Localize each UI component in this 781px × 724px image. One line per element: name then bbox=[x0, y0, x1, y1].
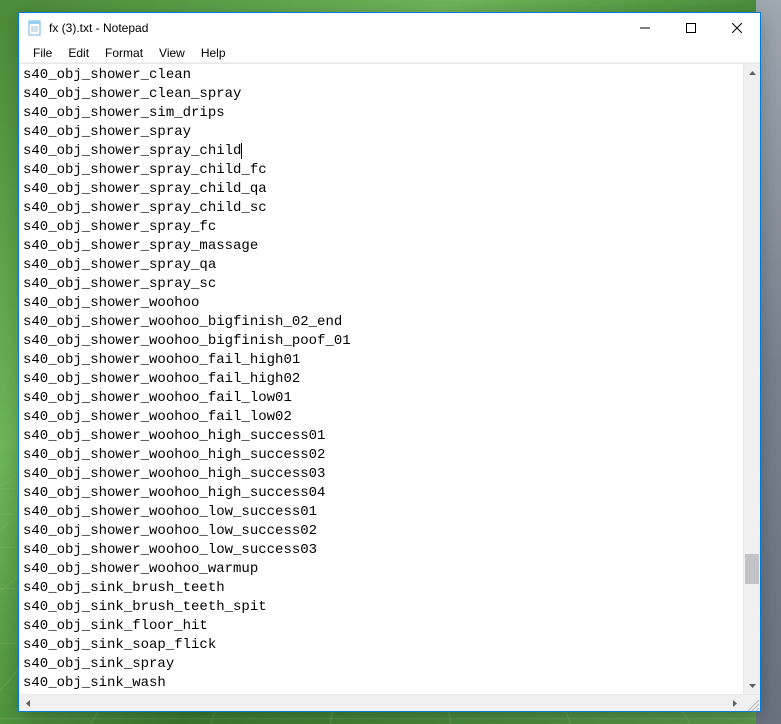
titlebar[interactable]: fx (3).txt - Notepad bbox=[19, 13, 760, 43]
text-line: s40_obj_shower_spray_child_sc bbox=[23, 199, 739, 218]
text-line: s40_obj_shower_woohoo_high_success03 bbox=[23, 465, 739, 484]
text-line: s40_obj_shower_clean bbox=[23, 66, 739, 85]
text-line: s40_obj_sink_wash bbox=[23, 674, 739, 693]
menu-view[interactable]: View bbox=[151, 44, 193, 62]
text-line: s40_obj_shower_woohoo_fail_high02 bbox=[23, 370, 739, 389]
resize-grip[interactable] bbox=[743, 695, 760, 711]
text-line: s40_obj_shower_sim_drips bbox=[23, 104, 739, 123]
menu-help[interactable]: Help bbox=[193, 44, 234, 62]
text-line: s40_obj_shower_woohoo_low_success03 bbox=[23, 541, 739, 560]
notepad-icon bbox=[27, 20, 43, 36]
notepad-window: fx (3).txt - Notepad File Edit Format Vi… bbox=[18, 12, 761, 712]
menu-format[interactable]: Format bbox=[97, 44, 151, 62]
text-editor[interactable]: s40_obj_shower_cleans40_obj_shower_clean… bbox=[19, 64, 743, 694]
text-line: s40_obj_shower_woohoo_low_success02 bbox=[23, 522, 739, 541]
text-line: s40_obj_sink_floor_hit bbox=[23, 617, 739, 636]
text-line: s40_obj_shower_woohoo_high_success02 bbox=[23, 446, 739, 465]
scroll-up-arrow-icon[interactable] bbox=[744, 64, 760, 81]
scroll-down-arrow-icon[interactable] bbox=[744, 677, 760, 694]
text-line: s40_obj_shower_spray_massage bbox=[23, 237, 739, 256]
text-line: s40_obj_shower_spray_fc bbox=[23, 218, 739, 237]
text-line: s40_obj_shower_woohoo_fail_low01 bbox=[23, 389, 739, 408]
maximize-button[interactable] bbox=[668, 13, 714, 43]
text-line: s40_obj_shower_spray_qa bbox=[23, 256, 739, 275]
text-line: s40_obj_shower_spray_child_qa bbox=[23, 180, 739, 199]
text-line: s40_obj_shower_spray bbox=[23, 123, 739, 142]
scroll-right-arrow-icon[interactable] bbox=[726, 695, 743, 711]
text-line: s40_obj_sink_brush_teeth bbox=[23, 579, 739, 598]
text-line: s40_obj_shower_woohoo_bigfinish_poof_01 bbox=[23, 332, 739, 351]
text-line: s40_obj_shower_woohoo_fail_high01 bbox=[23, 351, 739, 370]
text-line: s40_obj_shower_woohoo bbox=[23, 294, 739, 313]
text-line: s40_obj_shower_clean_spray bbox=[23, 85, 739, 104]
menubar: File Edit Format View Help bbox=[19, 43, 760, 63]
text-line: s40_obj_shower_woohoo_low_success01 bbox=[23, 503, 739, 522]
text-line: s40_obj_sink_spray bbox=[23, 655, 739, 674]
text-line: s40_obj_shower_spray_child bbox=[23, 142, 739, 161]
vertical-scrollbar[interactable] bbox=[743, 64, 760, 694]
scroll-left-arrow-icon[interactable] bbox=[19, 695, 36, 711]
horizontal-scrollbar[interactable] bbox=[19, 694, 760, 711]
menu-edit[interactable]: Edit bbox=[60, 44, 97, 62]
menu-file[interactable]: File bbox=[25, 44, 60, 62]
text-line: s40_obj_sink_soap_flick bbox=[23, 636, 739, 655]
text-line: s40_obj_sink_brush_teeth_spit bbox=[23, 598, 739, 617]
editor-container: s40_obj_shower_cleans40_obj_shower_clean… bbox=[19, 63, 760, 694]
text-line: s40_obj_shower_spray_child_fc bbox=[23, 161, 739, 180]
text-line: s40_obj_shower_spray_sc bbox=[23, 275, 739, 294]
window-title: fx (3).txt - Notepad bbox=[49, 21, 622, 35]
text-line: s40_obj_shower_woohoo_high_success01 bbox=[23, 427, 739, 446]
text-line: s40_obj_shower_woohoo_fail_low02 bbox=[23, 408, 739, 427]
text-line: s40_obj_shower_woohoo_bigfinish_02_end bbox=[23, 313, 739, 332]
hscroll-track[interactable] bbox=[36, 695, 726, 711]
close-button[interactable] bbox=[714, 13, 760, 43]
scrollbar-thumb[interactable] bbox=[745, 554, 759, 584]
window-controls bbox=[622, 13, 760, 43]
text-line: s40_obj_shower_woohoo_warmup bbox=[23, 560, 739, 579]
text-line: s40_obj_shower_woohoo_high_success04 bbox=[23, 484, 739, 503]
minimize-button[interactable] bbox=[622, 13, 668, 43]
